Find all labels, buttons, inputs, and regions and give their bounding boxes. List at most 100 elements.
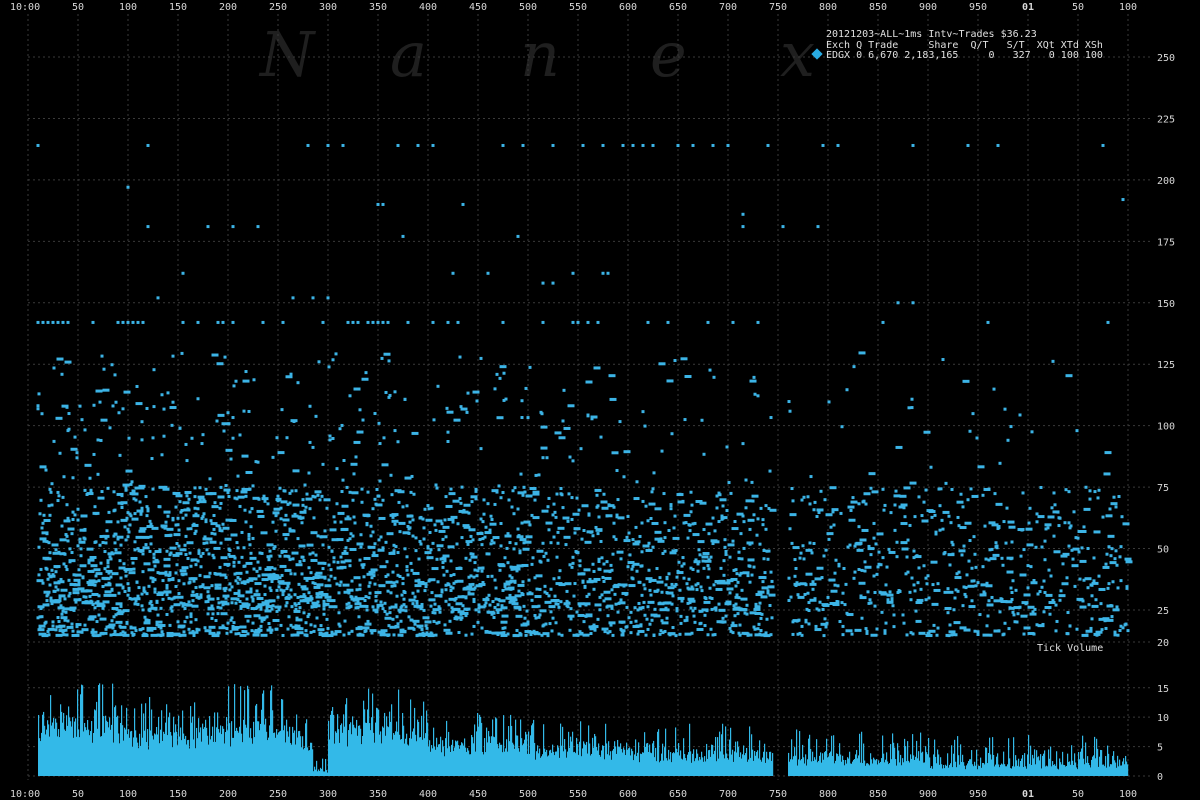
scatter-point [712, 540, 720, 544]
scatter-point [226, 621, 230, 625]
scatter-point [534, 616, 538, 620]
scatter-point [109, 557, 113, 561]
scatter-point [956, 500, 964, 504]
scatter-point [144, 543, 148, 547]
scatter-point [371, 320, 375, 324]
scatter-point [493, 578, 497, 582]
scatter-point [1092, 556, 1096, 560]
scatter-point [67, 412, 71, 416]
scatter-point [242, 546, 246, 550]
scatter-point [616, 550, 624, 554]
scatter-point [706, 320, 710, 324]
scatter-point [246, 619, 250, 623]
scatter-point [975, 436, 979, 440]
scatter-point [968, 539, 972, 543]
scatter-point [1011, 610, 1015, 614]
scatter-point [517, 534, 521, 538]
scatter-point [103, 593, 111, 597]
scatter-point [579, 447, 583, 451]
scatter-point [469, 534, 473, 538]
scatter-point [319, 624, 323, 628]
scatter-point [284, 537, 288, 541]
scatter-point [445, 504, 453, 508]
scatter-point [584, 540, 592, 544]
scatter-point [221, 522, 225, 526]
scatter-point [749, 379, 757, 383]
scatter-point [1119, 545, 1123, 549]
scatter-point [728, 555, 732, 559]
scatter-point [283, 489, 287, 493]
scatter-point [85, 589, 89, 593]
scatter-point [721, 620, 725, 624]
scatter-point [411, 602, 415, 606]
scatter-point [752, 565, 756, 569]
scatter-point [208, 625, 216, 629]
scatter-point [906, 538, 910, 542]
scatter-point [770, 579, 774, 583]
scatter-point [253, 593, 261, 597]
scatter-point [599, 539, 603, 543]
scatter-point [232, 384, 236, 388]
scatter-point [559, 600, 563, 604]
scatter-point [488, 528, 492, 532]
scatter-point [444, 495, 448, 499]
scatter-point [436, 544, 444, 548]
scatter-point [178, 500, 182, 504]
scatter-point [201, 583, 205, 587]
scatter-point [545, 521, 553, 525]
scatter-point [641, 499, 645, 503]
scatter-point [55, 416, 63, 420]
scatter-point [429, 604, 433, 608]
scatter-point [649, 516, 653, 520]
scatter-point [799, 551, 803, 555]
scatter-point [316, 600, 320, 604]
scatter-point [493, 387, 497, 391]
scatter-point [1063, 521, 1067, 525]
scatter-point [422, 526, 426, 530]
scatter-point [539, 609, 547, 613]
scatter-point [747, 518, 755, 522]
scatter-point [881, 556, 885, 560]
scatter-point [919, 587, 923, 591]
scatter-point [120, 505, 124, 509]
scatter-point [542, 554, 546, 558]
scatter-point [448, 619, 452, 623]
scatter-point [889, 511, 893, 515]
scatter-point [423, 507, 427, 511]
scatter-point [102, 367, 106, 371]
scatter-point [682, 562, 686, 566]
scatter-point [475, 399, 479, 403]
scatter-point [664, 583, 668, 587]
scatter-point [1109, 554, 1113, 558]
scatter-point [1064, 488, 1068, 492]
scatter-point [939, 487, 943, 491]
scatter-point [60, 616, 68, 620]
scatter-point [1073, 584, 1077, 588]
scatter-point [206, 612, 210, 616]
scatter-point [549, 587, 553, 591]
x-tick-label-bottom: 50 [1072, 789, 1084, 800]
scatter-point [1026, 543, 1034, 547]
scatter-point [190, 558, 198, 562]
scatter-point [334, 605, 338, 609]
scatter-point [285, 601, 289, 605]
scatter-point [812, 508, 816, 512]
scatter-point [375, 610, 379, 614]
scatter-point [83, 488, 87, 492]
scatter-point [696, 627, 704, 631]
scatter-point [344, 546, 348, 550]
scatter-point [193, 506, 197, 510]
scatter-point [352, 515, 356, 519]
scatter-point [165, 593, 169, 597]
scatter-point [426, 504, 430, 508]
scatter-point [493, 502, 497, 506]
scatter-point [643, 587, 647, 591]
scatter-point [606, 271, 610, 275]
scatter-point [445, 569, 449, 573]
scatter-point [294, 607, 298, 611]
scatter-point [790, 487, 794, 491]
scatter-point [188, 580, 192, 584]
scatter-point [295, 563, 303, 567]
scatter-point [146, 225, 150, 229]
scatter-point [396, 551, 400, 555]
